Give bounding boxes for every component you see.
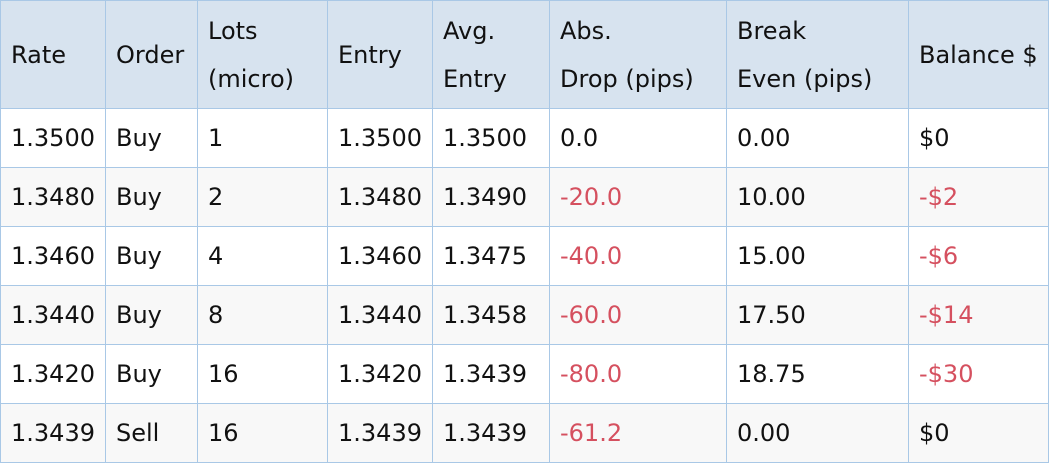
- cell-avg-entry: 1.3500: [432, 108, 550, 168]
- cell-lots: 16: [197, 403, 328, 463]
- cell-balance: -$30: [908, 344, 1049, 404]
- martingale-table: Rate Order Lots (micro) Entry Avg. Entry A…: [0, 0, 1049, 463]
- cell-order: Buy: [105, 285, 198, 345]
- cell-lots: 8: [197, 285, 328, 345]
- cell-entry: 1.3439: [327, 403, 433, 463]
- table-row: 1.3439 Sell 16 1.3439 1.3439 -61.2 0.00 $0: [0, 403, 1049, 463]
- cell-rate: 1.3420: [0, 344, 106, 404]
- table-row: 1.3460 Buy 4 1.3460 1.3475 -40.0 15.00 -$6: [0, 226, 1049, 286]
- header-entry: Entry: [327, 0, 433, 109]
- cell-lots: 1: [197, 108, 328, 168]
- cell-abs-drop: -60.0: [549, 285, 727, 345]
- cell-lots: 4: [197, 226, 328, 286]
- cell-balance: $0: [908, 108, 1049, 168]
- cell-avg-entry: 1.3475: [432, 226, 550, 286]
- cell-entry: 1.3460: [327, 226, 433, 286]
- cell-avg-entry: 1.3439: [432, 403, 550, 463]
- table-row: 1.3440 Buy 8 1.3440 1.3458 -60.0 17.50 -$14: [0, 285, 1049, 345]
- cell-break-even: 0.00: [726, 403, 909, 463]
- header-abs-drop: Abs. Drop (pips): [549, 0, 727, 109]
- table-body: 1.3500 Buy 1 1.3500 1.3500 0.0 0.00 $0 1.3480 Buy…: [0, 108, 1049, 463]
- cell-break-even: 18.75: [726, 344, 909, 404]
- cell-break-even: 17.50: [726, 285, 909, 345]
- cell-rate: 1.3460: [0, 226, 106, 286]
- header-break-even: Break Even (pips): [726, 0, 909, 109]
- cell-avg-entry: 1.3458: [432, 285, 550, 345]
- cell-entry: 1.3480: [327, 167, 433, 227]
- cell-abs-drop: -61.2: [549, 403, 727, 463]
- header-balance: Balance $: [908, 0, 1049, 109]
- table-row: 1.3420 Buy 16 1.3420 1.3439 -80.0 18.75 -$30: [0, 344, 1049, 404]
- cell-rate: 1.3440: [0, 285, 106, 345]
- cell-balance: -$6: [908, 226, 1049, 286]
- cell-entry: 1.3500: [327, 108, 433, 168]
- cell-rate: 1.3480: [0, 167, 106, 227]
- cell-abs-drop: -20.0: [549, 167, 727, 227]
- header-lots: Lots (micro): [197, 0, 328, 109]
- cell-entry: 1.3420: [327, 344, 433, 404]
- cell-break-even: 10.00: [726, 167, 909, 227]
- cell-avg-entry: 1.3490: [432, 167, 550, 227]
- cell-lots: 2: [197, 167, 328, 227]
- cell-rate: 1.3439: [0, 403, 106, 463]
- cell-lots: 16: [197, 344, 328, 404]
- cell-order: Buy: [105, 344, 198, 404]
- header-order: Order: [105, 0, 198, 109]
- cell-avg-entry: 1.3439: [432, 344, 550, 404]
- cell-break-even: 0.00: [726, 108, 909, 168]
- header-rate: Rate: [0, 0, 106, 109]
- table-row: 1.3480 Buy 2 1.3480 1.3490 -20.0 10.00 -$2: [0, 167, 1049, 227]
- cell-balance: -$2: [908, 167, 1049, 227]
- cell-abs-drop: -80.0: [549, 344, 727, 404]
- header-avg-entry: Avg. Entry: [432, 0, 550, 109]
- cell-order: Sell: [105, 403, 198, 463]
- cell-order: Buy: [105, 167, 198, 227]
- table-row: 1.3500 Buy 1 1.3500 1.3500 0.0 0.00 $0: [0, 108, 1049, 168]
- cell-abs-drop: -40.0: [549, 226, 727, 286]
- cell-balance: -$14: [908, 285, 1049, 345]
- cell-balance: $0: [908, 403, 1049, 463]
- table-header-row: Rate Order Lots (micro) Entry Avg. Entry A…: [0, 0, 1049, 109]
- cell-order: Buy: [105, 226, 198, 286]
- cell-entry: 1.3440: [327, 285, 433, 345]
- cell-break-even: 15.00: [726, 226, 909, 286]
- cell-order: Buy: [105, 108, 198, 168]
- cell-rate: 1.3500: [0, 108, 106, 168]
- cell-abs-drop: 0.0: [549, 108, 727, 168]
